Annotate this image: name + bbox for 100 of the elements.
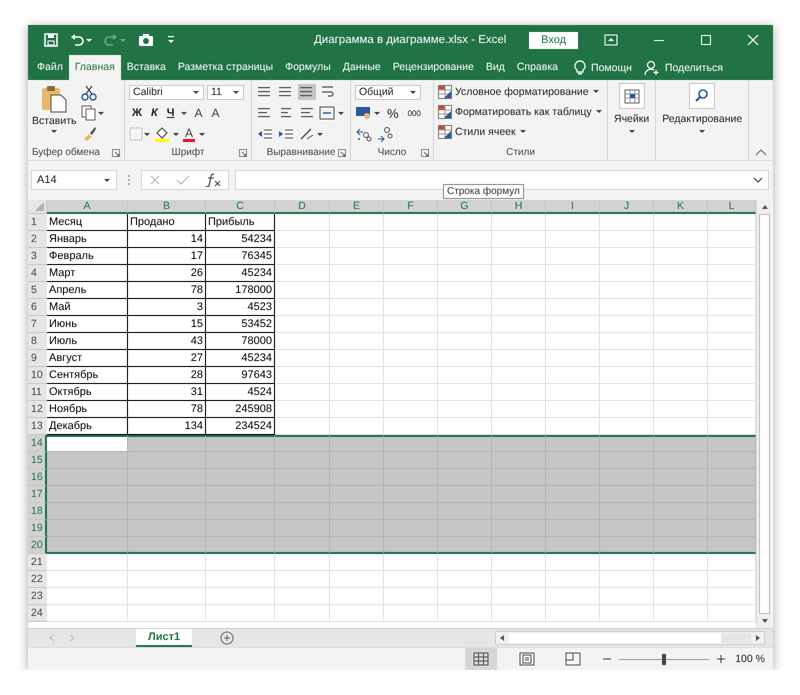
editing-button[interactable]: Редактирование — [662, 83, 742, 134]
ribbon-tab[interactable]: Разметка страницы — [172, 55, 280, 80]
ribbon-tab[interactable]: Вставка — [120, 55, 172, 80]
ribbon-tab[interactable]: Рецензирование — [386, 55, 480, 80]
scroll-thumb[interactable] — [759, 214, 770, 614]
row-header[interactable]: 6 — [28, 299, 47, 316]
fill-color-icon[interactable] — [154, 126, 180, 142]
row-header[interactable]: 12 — [28, 401, 47, 418]
ribbon-tab[interactable]: Данные — [336, 55, 387, 80]
normal-view-icon[interactable] — [473, 652, 490, 666]
style-menu-button[interactable]: Условное форматирование — [438, 83, 603, 100]
align-bottom-icon[interactable] — [298, 84, 316, 100]
column-header[interactable]: G — [438, 200, 492, 214]
share-button[interactable]: Поделиться — [664, 62, 723, 74]
row-header[interactable]: 15 — [28, 452, 47, 469]
row-header[interactable]: 20 — [28, 537, 47, 554]
row-header[interactable]: 11 — [28, 384, 47, 401]
add-sheet-icon[interactable] — [220, 631, 234, 645]
row-header[interactable]: 17 — [28, 486, 47, 503]
ribbon-tab[interactable]: Вид — [480, 55, 511, 80]
row-header[interactable]: 5 — [28, 282, 47, 299]
row-header[interactable]: 4 — [28, 265, 47, 282]
close-icon[interactable] — [747, 34, 759, 46]
column-header[interactable]: B — [128, 200, 206, 214]
scroll-up-icon[interactable] — [760, 204, 768, 210]
dialog-launcher-icon[interactable] — [338, 149, 346, 157]
scroll-down-icon[interactable] — [760, 618, 768, 624]
font-size-field[interactable]: 11 — [207, 84, 244, 100]
percent-button[interactable]: % — [384, 106, 402, 120]
zoom-level[interactable]: 100 % — [735, 653, 765, 665]
scissors-icon[interactable] — [80, 85, 97, 101]
style-menu-button[interactable]: Форматировать как таблицу — [438, 103, 603, 120]
format-button[interactable]: Ж — [129, 107, 145, 119]
column-header[interactable]: D — [275, 200, 330, 214]
style-menu-button[interactable]: Стили ячеек — [438, 123, 603, 140]
ribbon-tab[interactable]: Справка — [510, 55, 564, 80]
name-box[interactable]: A14 — [31, 170, 117, 190]
borders-icon[interactable] — [129, 127, 151, 141]
person-add-icon[interactable] — [644, 60, 660, 76]
row-header[interactable]: 2 — [28, 231, 47, 248]
ribbon-tab[interactable]: Файл — [31, 55, 69, 80]
column-header[interactable]: E — [330, 200, 384, 214]
column-header[interactable]: C — [206, 200, 275, 214]
copy-icon[interactable] — [80, 105, 105, 121]
row-header[interactable]: 10 — [28, 367, 47, 384]
column-header[interactable]: K — [654, 200, 708, 214]
scroll-right-icon[interactable] — [755, 634, 761, 642]
paste-button[interactable]: Вставить — [32, 83, 77, 145]
tell-me-field[interactable]: Помощн — [591, 62, 632, 74]
row-header[interactable]: 24 — [28, 605, 47, 622]
zoom-in-icon[interactable] — [717, 655, 726, 663]
column-header[interactable]: I — [546, 200, 600, 214]
horizontal-scrollbar[interactable] — [495, 631, 765, 645]
ribbon-display-icon[interactable] — [604, 34, 618, 46]
merge-cells-icon[interactable] — [319, 105, 345, 121]
dialog-launcher-icon[interactable] — [112, 149, 120, 157]
vertical-scrollbar[interactable] — [756, 200, 772, 628]
row-header[interactable]: 14 — [28, 435, 47, 452]
row-header[interactable]: 23 — [28, 588, 47, 605]
active-cell[interactable] — [47, 435, 128, 452]
sheet-tab[interactable]: Лист1 — [136, 629, 192, 647]
slider-thumb[interactable] — [662, 654, 666, 664]
row-header[interactable]: 21 — [28, 554, 47, 571]
row-header[interactable]: 9 — [28, 350, 47, 367]
maximize-icon[interactable] — [700, 34, 712, 46]
increase-font-button[interactable]: A — [191, 106, 206, 120]
thousands-button[interactable]: 000 — [404, 108, 424, 118]
camera-icon[interactable] — [138, 33, 154, 47]
undo-icon[interactable] — [70, 33, 92, 47]
sign-in-button[interactable]: Вход — [529, 32, 578, 48]
row-header[interactable]: 8 — [28, 333, 47, 350]
increase-decimal-icon[interactable] — [355, 126, 373, 142]
normal-view-button[interactable] — [465, 648, 498, 670]
ribbon-tab[interactable]: Главная — [68, 55, 121, 80]
cells-button[interactable]: Ячейки — [614, 83, 650, 134]
ribbon-tab[interactable]: Формулы — [279, 55, 337, 80]
row-header[interactable]: 19 — [28, 520, 47, 537]
column-header[interactable]: A — [47, 200, 128, 214]
save-icon[interactable] — [44, 33, 58, 47]
orientation-icon[interactable] — [298, 126, 324, 142]
decrease-decimal-icon[interactable] — [376, 126, 394, 142]
row-header[interactable]: 3 — [28, 248, 47, 265]
column-header[interactable]: F — [384, 200, 438, 214]
row-header[interactable]: 13 — [28, 418, 47, 435]
scroll-left-icon[interactable] — [499, 634, 505, 642]
decrease-font-button[interactable]: A — [208, 106, 222, 120]
page-layout-icon[interactable] — [519, 652, 536, 666]
dialog-launcher-icon[interactable] — [421, 149, 429, 157]
font-name-field[interactable]: Calibri — [129, 84, 204, 100]
column-header[interactable]: L — [708, 200, 756, 214]
font-color-button[interactable]: A — [183, 126, 196, 142]
format-button[interactable]: К — [148, 107, 161, 119]
collapse-ribbon-icon[interactable] — [755, 148, 767, 156]
page-break-icon[interactable] — [565, 652, 582, 666]
row-header[interactable]: 7 — [28, 316, 47, 333]
row-header[interactable]: 1 — [28, 214, 47, 231]
currency-icon[interactable] — [355, 105, 381, 121]
dialog-launcher-icon[interactable] — [239, 149, 247, 157]
column-header[interactable]: J — [600, 200, 654, 214]
row-header[interactable]: 16 — [28, 469, 47, 486]
